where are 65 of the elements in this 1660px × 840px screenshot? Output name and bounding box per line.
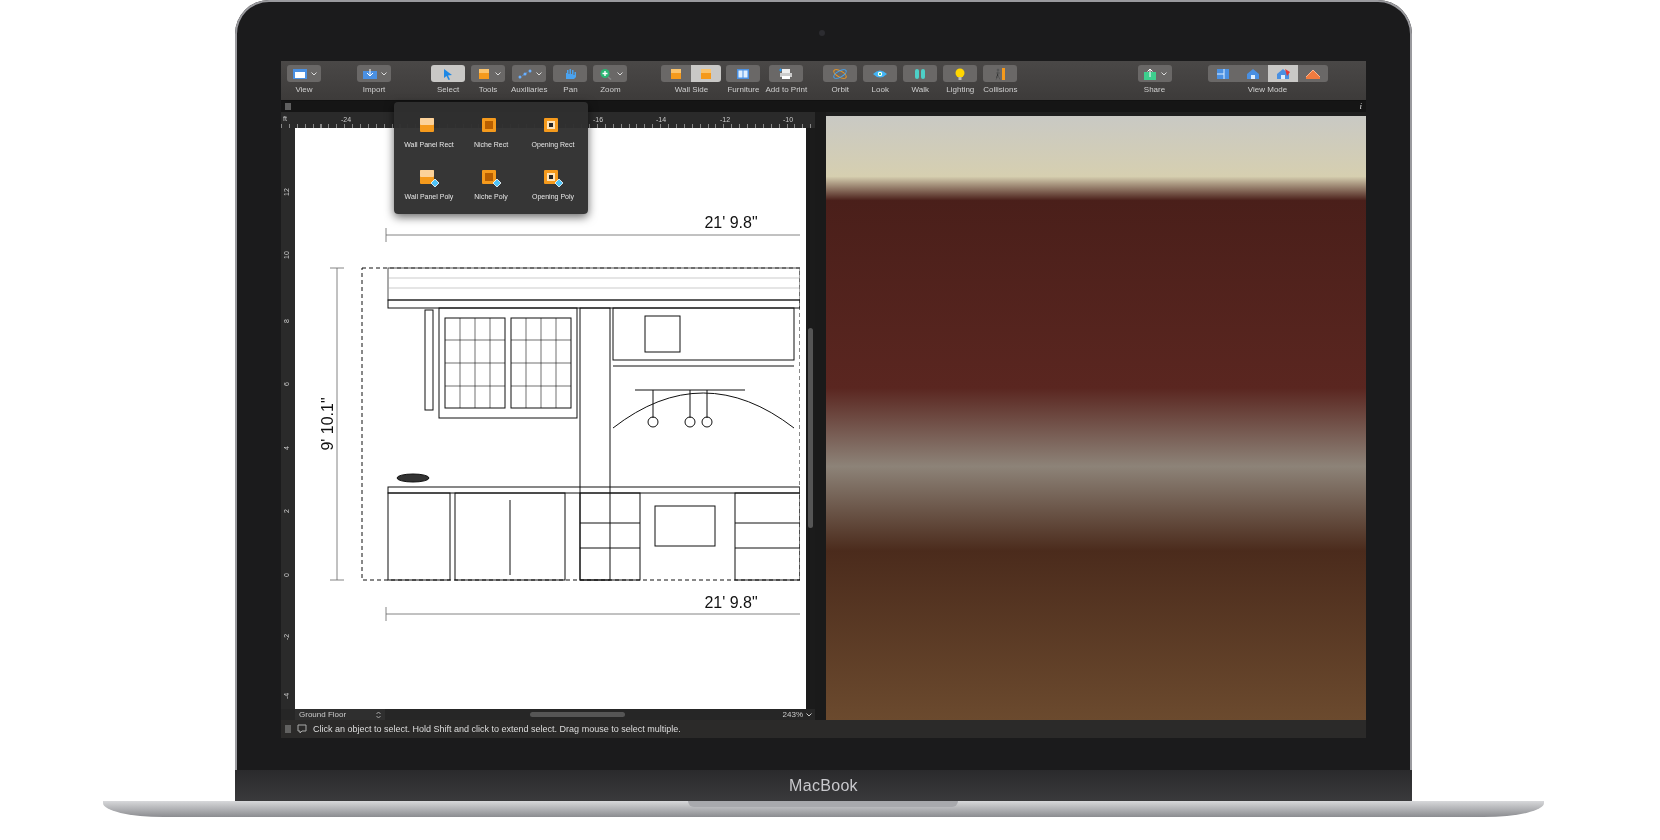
toolbar-button[interactable] (287, 65, 321, 82)
toolbar-button[interactable] (512, 65, 547, 82)
toolbar-button[interactable] (726, 65, 761, 82)
chevron-icon (494, 71, 501, 76)
chevron-icon (310, 71, 317, 76)
toolbar-label: Add to Print (765, 85, 808, 94)
printer-icon (778, 67, 795, 80)
share-icon (1142, 67, 1158, 80)
toolbar-button[interactable] (863, 65, 898, 82)
roof-icon (1304, 67, 1321, 80)
toolbar-label: Look (871, 85, 889, 94)
stepper-icon (376, 710, 381, 719)
toolbar-label: Furniture (727, 85, 760, 94)
grip-icon (285, 725, 291, 733)
toolbar-label: View Mode (1247, 85, 1288, 94)
toolbar-label: Zoom (600, 85, 621, 94)
toolbar-button[interactable] (691, 65, 722, 82)
dimension-label: 9' 10.1" (319, 397, 336, 451)
toolbar-button[interactable] (769, 65, 804, 82)
orbit-icon (832, 67, 849, 80)
status-message: Click an object to select. Hold Shift and click to extend select. Drag mouse to select multiple. (313, 724, 681, 734)
toolbar-label: Walk (911, 85, 929, 94)
panel-icon (735, 67, 752, 80)
toolbar-button[interactable] (1267, 65, 1298, 82)
tray-icon (361, 67, 378, 80)
toolbar-button[interactable] (1237, 65, 1268, 82)
dots-icon (516, 67, 533, 80)
window-icon (291, 67, 308, 80)
toolbar-label: Orbit (831, 85, 849, 94)
toolbar-button[interactable] (943, 65, 978, 82)
toolbar-label: Share (1143, 85, 1166, 94)
toolbar-label: Pan (563, 85, 578, 94)
zoom-selector[interactable]: 243% (770, 710, 815, 719)
toolbar-label: Collisions (983, 85, 1018, 94)
toolbar-button[interactable] (1207, 65, 1238, 82)
toolbar-label: Wall Side (674, 85, 709, 94)
niche-icon (480, 168, 502, 188)
toolbar-label: Select (436, 85, 460, 94)
toolbar-label: Auxiliaries (511, 85, 548, 94)
chevron-icon (806, 712, 812, 717)
plan-icon (1214, 67, 1231, 80)
chevron-icon (1161, 71, 1167, 76)
toolbar-label: Import (362, 85, 386, 94)
slab-icon (418, 168, 440, 188)
toolbar-label: Tools (478, 85, 498, 94)
dimension-label: 21' 9.8" (704, 214, 758, 231)
toolbar-label: View (295, 85, 313, 94)
zoom-icon (597, 67, 614, 80)
brand-label: MacBook (789, 776, 858, 795)
chevron-icon (535, 71, 542, 76)
floor-selector[interactable]: Ground Floor (295, 709, 385, 720)
toolbar-label: Lighting (946, 85, 975, 94)
opening-icon (542, 168, 564, 188)
toolbar-button[interactable] (983, 65, 1018, 82)
toolbar-button[interactable] (1137, 65, 1172, 82)
chevron-icon (616, 71, 623, 76)
house-icon (1244, 67, 1261, 80)
chevron-icon (380, 71, 387, 76)
toolbar-button[interactable] (903, 65, 938, 82)
dimension-label: 21' 9.8" (704, 594, 758, 611)
house-icon (1274, 67, 1291, 80)
toolbar-button[interactable] (593, 65, 628, 82)
info-button[interactable]: i (1359, 101, 1362, 112)
help-icon (297, 724, 307, 734)
grip-icon (285, 103, 291, 110)
